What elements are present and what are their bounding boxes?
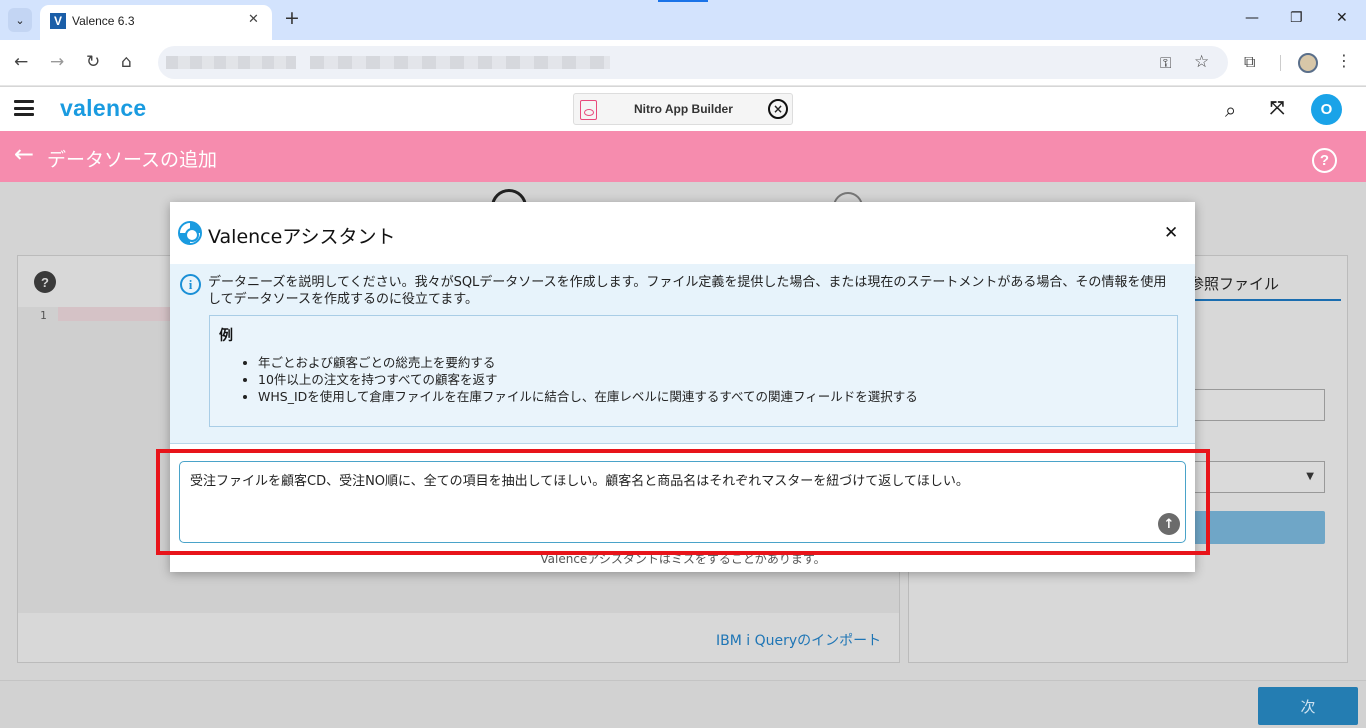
tab-close-icon[interactable]: ✕ xyxy=(248,12,259,27)
reference-select[interactable]: ▼ xyxy=(1193,461,1325,493)
valence-logo[interactable]: valence xyxy=(60,95,147,122)
tab-search-button[interactable]: ⌄ xyxy=(8,8,32,32)
app-header: valence Nitro App Builder × ⌕ ⤧ O xyxy=(0,87,1366,131)
next-button[interactable]: 次 xyxy=(1258,687,1358,725)
browser-tab-valence[interactable]: V Valence 6.3 ✕ xyxy=(40,5,272,40)
nitro-app-icon xyxy=(580,100,597,120)
info-icon: i xyxy=(180,274,201,295)
examples-heading: 例 xyxy=(219,328,233,344)
dialog-title: Valenceアシスタント xyxy=(208,226,396,248)
user-avatar[interactable]: O xyxy=(1311,94,1342,125)
toolbar-divider xyxy=(1280,55,1281,71)
highlight-frame xyxy=(156,449,1210,555)
valence-favicon-icon: V xyxy=(50,13,66,29)
lifebuoy-icon xyxy=(178,221,202,245)
restore-button[interactable]: ❐ xyxy=(1290,10,1303,26)
back-button[interactable]: ← xyxy=(14,52,28,72)
tab-drag-indicator xyxy=(658,0,708,2)
fullscreen-icon[interactable]: ⤧ xyxy=(1270,98,1284,119)
forward-button[interactable]: → xyxy=(50,52,64,72)
address-bar[interactable]: ⚿ ☆ xyxy=(158,46,1228,79)
footer-bar: 次 xyxy=(0,680,1366,728)
reload-button[interactable]: ↻ xyxy=(86,52,100,72)
page-title: データソースの追加 xyxy=(47,149,218,171)
back-arrow-icon[interactable]: ← xyxy=(14,142,34,166)
examples-box: 例 年ごとおよび顧客ごとの総売上を要約する 10件以上の注文を持つすべての顧客を… xyxy=(209,315,1178,427)
new-tab-button[interactable]: + xyxy=(284,9,300,28)
list-item: 10件以上の注文を持つすべての顧客を返す xyxy=(258,371,918,388)
profile-avatar[interactable] xyxy=(1298,53,1318,73)
ibm-i-query-import-link[interactable]: IBM i Queryのインポート xyxy=(716,630,881,650)
address-blurred-host xyxy=(166,56,296,69)
search-icon[interactable]: ⌕ xyxy=(1225,98,1236,122)
bookmark-star-icon[interactable]: ☆ xyxy=(1194,52,1209,72)
nitro-app-builder-tab[interactable]: Nitro App Builder × xyxy=(573,93,793,125)
help-icon[interactable]: ? xyxy=(1312,148,1337,173)
line-number: 1 xyxy=(40,309,47,322)
page-title-bar: ← データソースの追加 xyxy=(0,131,1366,182)
info-description: データニーズを説明してください。我々がSQLデータソースを作成します。ファイル定… xyxy=(208,275,1167,307)
nitro-app-label: Nitro App Builder xyxy=(634,102,733,116)
minimize-button[interactable]: — xyxy=(1245,10,1259,26)
dialog-header: Valenceアシスタント ✕ xyxy=(170,202,1195,264)
hamburger-menu-icon[interactable] xyxy=(14,100,34,116)
browser-toolbar: ← → ↻ ⌂ ⚿ ☆ ⧉ ⋮ xyxy=(0,40,1366,86)
window-close-button[interactable]: ✕ xyxy=(1336,10,1348,26)
address-blurred-path xyxy=(310,56,610,69)
reference-add-button[interactable] xyxy=(1193,511,1325,544)
dropdown-arrow-icon: ▼ xyxy=(1306,471,1314,482)
password-key-icon[interactable]: ⚿ xyxy=(1160,54,1171,72)
browser-tabstrip: ⌄ V Valence 6.3 ✕ + — ❐ ✕ xyxy=(0,0,1366,40)
dialog-close-button[interactable]: ✕ xyxy=(1164,223,1178,243)
list-item: 年ごとおよび顧客ごとの総売上を要約する xyxy=(258,354,918,371)
dialog-info-section: i データニーズを説明してください。我々がSQLデータソースを作成します。ファイ… xyxy=(170,264,1195,444)
extensions-icon[interactable]: ⧉ xyxy=(1244,52,1255,72)
nitro-close-icon[interactable]: × xyxy=(768,99,788,119)
browser-menu-icon[interactable]: ⋮ xyxy=(1336,51,1352,70)
home-button[interactable]: ⌂ xyxy=(121,52,132,72)
list-item: WHS_IDを使用して倉庫ファイルを在庫ファイルに結合し、在庫レベルに関連するす… xyxy=(258,388,918,405)
tab-title: Valence 6.3 xyxy=(72,14,135,28)
reference-input[interactable] xyxy=(1193,389,1325,421)
tab-reference-files[interactable]: 参照ファイル xyxy=(1189,273,1279,294)
examples-list: 年ごとおよび顧客ごとの総売上を要約する 10件以上の注文を持つすべての顧客を返す… xyxy=(258,354,918,405)
editor-help-icon[interactable]: ? xyxy=(34,271,56,293)
